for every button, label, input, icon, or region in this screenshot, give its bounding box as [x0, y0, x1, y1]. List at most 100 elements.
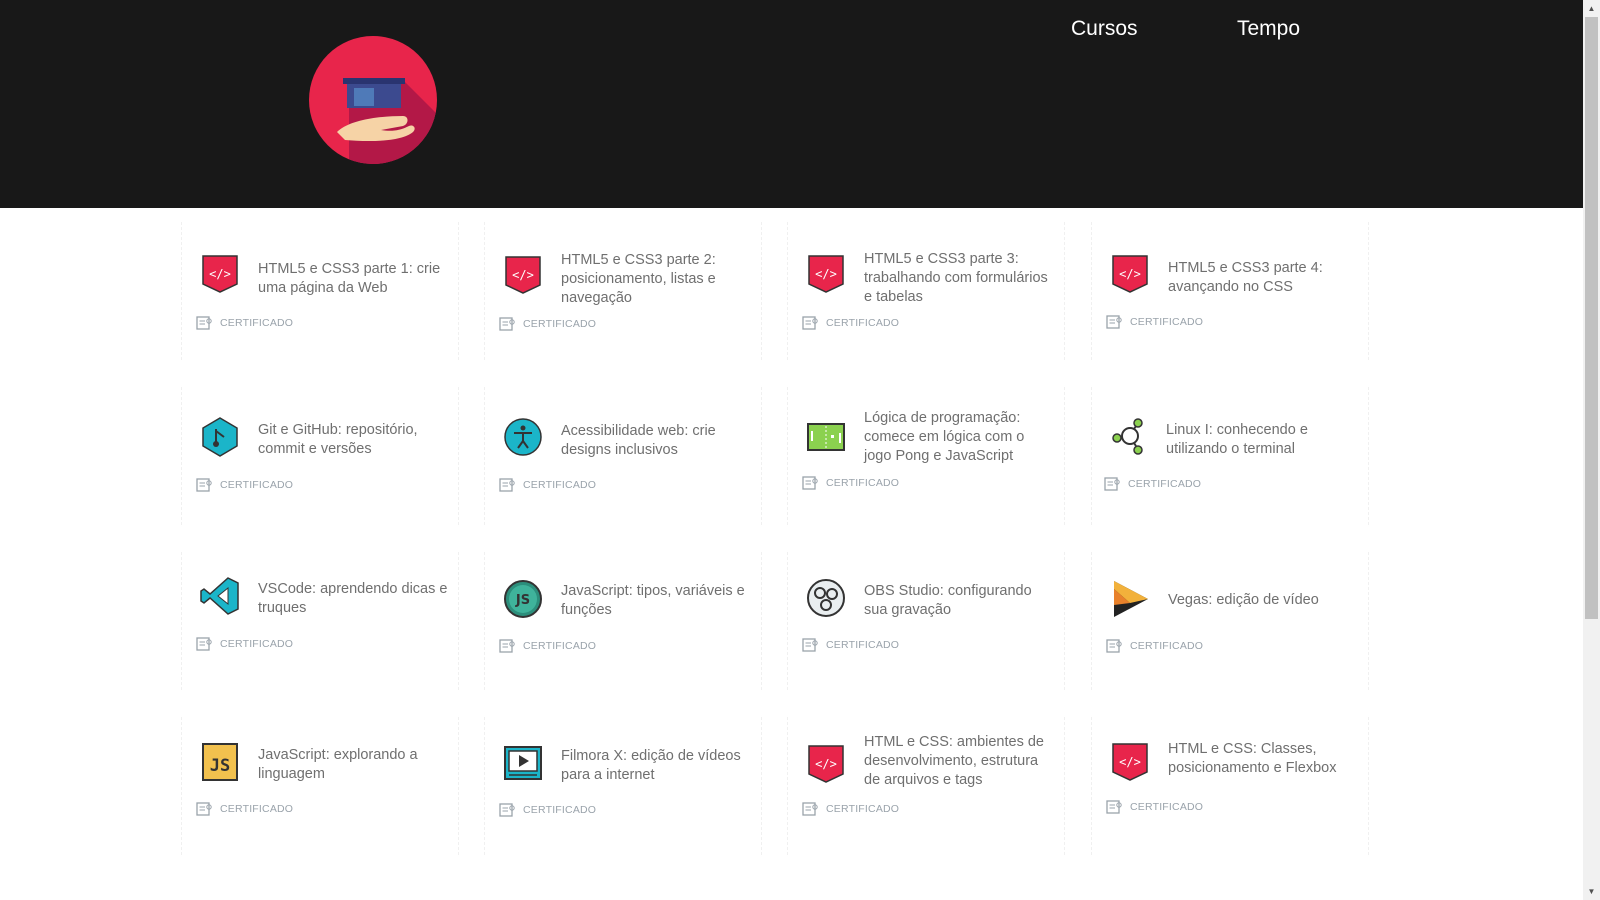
course-card[interactable]: OBS Studio: configurando sua gravação CE… — [787, 552, 1065, 690]
svg-text:JS: JS — [515, 593, 530, 608]
html-icon: </> — [503, 255, 543, 295]
course-card[interactable]: Acessibilidade web: crie designs inclusi… — [484, 387, 762, 525]
course-card[interactable]: </> HTML5 e CSS3 parte 2: posicionamento… — [484, 222, 762, 360]
certificate-label: CERTIFICADO — [826, 317, 900, 329]
html-icon: </> — [200, 254, 240, 294]
certificate-label: CERTIFICADO — [523, 804, 597, 816]
certificate-badge: CERTIFICADO — [1106, 799, 1203, 815]
course-title: Filmora X: edição de vídeos para a inter… — [561, 748, 741, 783]
course-card[interactable]: </> HTML5 e CSS3 parte 1: crie uma págin… — [181, 222, 459, 360]
certificate-badge: CERTIFICADO — [499, 477, 596, 493]
certificate-icon — [196, 316, 212, 330]
svg-text:JS: JS — [210, 756, 230, 776]
certificate-badge: CERTIFICADO — [802, 637, 899, 653]
html-icon: </> — [1110, 742, 1150, 782]
course-title: HTML e CSS: Classes, posicionamento e Fl… — [1168, 741, 1337, 776]
certificate-label: CERTIFICADO — [220, 317, 294, 329]
course-title: OBS Studio: configurando sua gravação — [864, 583, 1032, 618]
certificate-icon — [1104, 477, 1120, 491]
course-card[interactable]: Git e GitHub: repositório, commit e vers… — [181, 387, 459, 525]
certificate-icon — [196, 802, 212, 816]
course-card[interactable]: Lógica de programação: comece em lógica … — [787, 387, 1065, 525]
certificate-icon — [499, 639, 515, 653]
certificate-badge: CERTIFICADO — [499, 316, 596, 332]
filmora-icon — [503, 743, 543, 783]
scrollbar-thumb[interactable] — [1585, 17, 1598, 619]
logo-graduation-hand-icon[interactable] — [309, 36, 437, 164]
svg-text:</>: </> — [209, 267, 231, 281]
course-title: HTML5 e CSS3 parte 3: trabalhando com fo… — [864, 251, 1048, 305]
certificate-icon — [196, 478, 212, 492]
git-icon — [200, 417, 240, 457]
certificate-label: CERTIFICADO — [220, 479, 294, 491]
course-card[interactable]: </> HTML e CSS: Classes, posicionamento … — [1091, 717, 1369, 855]
course-title: JavaScript: explorando a linguagem — [258, 747, 418, 782]
course-card[interactable]: </> HTML5 e CSS3 parte 4: avançando no C… — [1091, 222, 1369, 360]
course-card[interactable]: Vegas: edição de vídeo CERTIFICADO — [1091, 552, 1369, 690]
certificate-label: CERTIFICADO — [1130, 801, 1204, 813]
certificate-label: CERTIFICADO — [826, 477, 900, 489]
certificate-label: CERTIFICADO — [826, 803, 900, 815]
certificate-label: CERTIFICADO — [826, 639, 900, 651]
certificate-icon — [802, 476, 818, 490]
js-square-icon: JS — [200, 742, 240, 782]
certificate-icon — [1106, 800, 1122, 814]
js-circle-icon: JS — [503, 579, 543, 619]
scroll-down-arrow-icon[interactable]: ▼ — [1583, 883, 1600, 900]
certificate-icon — [499, 803, 515, 817]
html-icon: </> — [806, 254, 846, 294]
course-title: HTML e CSS: ambientes de desenvolvimento… — [864, 734, 1044, 788]
certificate-badge: CERTIFICADO — [196, 801, 293, 817]
certificate-badge: CERTIFICADO — [1106, 314, 1203, 330]
vertical-scrollbar[interactable]: ▲ ▼ — [1583, 0, 1600, 900]
course-title: Acessibilidade web: crie designs inclusi… — [561, 423, 716, 458]
html-icon: </> — [806, 744, 846, 784]
certificate-badge: CERTIFICADO — [1104, 476, 1201, 492]
certificate-badge: CERTIFICADO — [196, 477, 293, 493]
nav-tempo-link[interactable]: Tempo — [1237, 17, 1300, 41]
course-title: HTML5 e CSS3 parte 1: crie uma página da… — [258, 261, 441, 296]
certificate-badge: CERTIFICADO — [802, 801, 899, 817]
course-card[interactable]: JS JavaScript: tipos, variáveis e funçõe… — [484, 552, 762, 690]
site-header: Cursos Tempo — [0, 0, 1583, 208]
certificate-badge: CERTIFICADO — [499, 802, 596, 818]
certificate-badge: CERTIFICADO — [196, 636, 293, 652]
course-title: Linux I: conhecendo e utilizando o termi… — [1166, 422, 1308, 457]
course-card[interactable]: VSCode: aprendendo dicas e truques CERTI… — [181, 552, 459, 690]
certificate-badge: CERTIFICADO — [802, 475, 899, 491]
certificate-icon — [499, 478, 515, 492]
nav-cursos-link[interactable]: Cursos — [1071, 17, 1138, 41]
certificate-badge: CERTIFICADO — [196, 315, 293, 331]
certificate-icon — [1106, 639, 1122, 653]
course-title: Vegas: edição de vídeo — [1168, 592, 1319, 608]
course-card[interactable]: Linux I: conhecendo e utilizando o termi… — [1091, 387, 1369, 525]
linux-icon — [1110, 416, 1150, 456]
accessibility-icon — [503, 417, 543, 457]
certificate-icon — [499, 317, 515, 331]
obs-icon — [806, 578, 846, 618]
course-card[interactable]: JS JavaScript: explorando a linguagem CE… — [181, 717, 459, 855]
certificate-label: CERTIFICADO — [220, 638, 294, 650]
vscode-icon — [200, 576, 240, 616]
course-title: Git e GitHub: repositório, commit e vers… — [258, 422, 418, 457]
certificate-label: CERTIFICADO — [220, 803, 294, 815]
svg-text:</>: </> — [1119, 267, 1141, 281]
scroll-up-arrow-icon[interactable]: ▲ — [1583, 0, 1600, 17]
svg-text:</>: </> — [512, 268, 534, 282]
course-card[interactable]: </> HTML5 e CSS3 parte 3: trabalhando co… — [787, 222, 1065, 360]
certificate-badge: CERTIFICADO — [1106, 638, 1203, 654]
certificate-label: CERTIFICADO — [1128, 478, 1202, 490]
certificate-label: CERTIFICADO — [1130, 316, 1204, 328]
certificate-icon — [196, 637, 212, 651]
course-title: HTML5 e CSS3 parte 4: avançando no CSS — [1168, 260, 1323, 295]
course-title: HTML5 e CSS3 parte 2: posicionamento, li… — [561, 252, 716, 306]
html-icon: </> — [1110, 254, 1150, 294]
course-card[interactable]: Filmora X: edição de vídeos para a inter… — [484, 717, 762, 855]
course-title: VSCode: aprendendo dicas e truques — [258, 581, 448, 616]
certificate-label: CERTIFICADO — [523, 318, 597, 330]
certificate-badge: CERTIFICADO — [499, 638, 596, 654]
certificate-badge: CERTIFICADO — [802, 315, 899, 331]
course-card[interactable]: </> HTML e CSS: ambientes de desenvolvim… — [787, 717, 1065, 855]
svg-text:</>: </> — [1119, 755, 1141, 769]
course-title: JavaScript: tipos, variáveis e funções — [561, 583, 745, 618]
